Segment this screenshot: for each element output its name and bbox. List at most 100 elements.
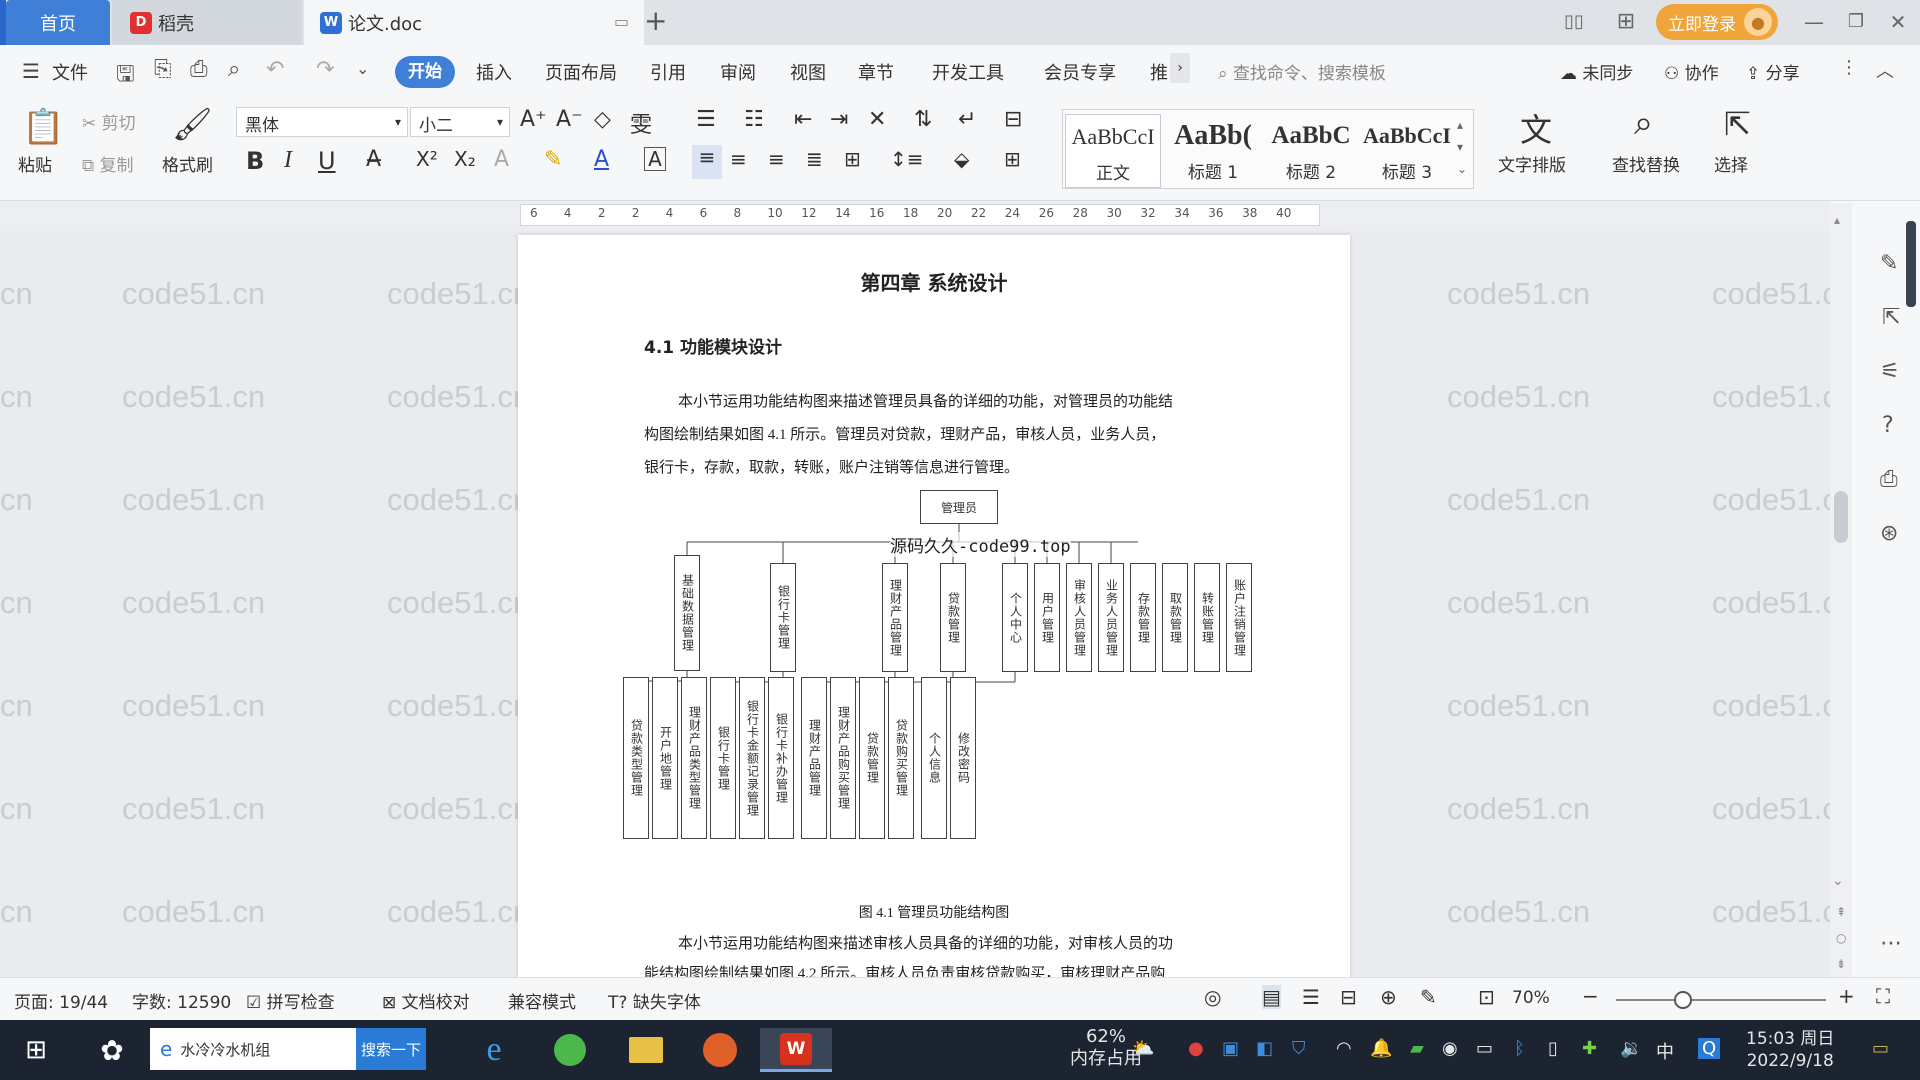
- tab-home[interactable]: 首页: [6, 0, 110, 45]
- shrink-font-icon[interactable]: A⁻: [556, 107, 583, 132]
- menu-recommend[interactable]: 推: [1150, 59, 1168, 85]
- shading-icon[interactable]: ⬙: [954, 147, 969, 171]
- text-layout-icon[interactable]: ⽂: [1520, 105, 1552, 151]
- paste-button[interactable]: 粘贴: [18, 151, 52, 176]
- increase-indent-icon[interactable]: ⇥: [830, 107, 848, 132]
- login-button[interactable]: 立即登录 ●: [1656, 4, 1778, 40]
- print-preview-icon[interactable]: ⌕: [228, 57, 240, 82]
- justify-icon[interactable]: ≣: [806, 147, 823, 171]
- zoom-slider-thumb[interactable]: [1674, 991, 1692, 1009]
- layout-icon[interactable]: ▯▯: [1560, 8, 1588, 36]
- style-heading1[interactable]: AaBb( 标题 1: [1165, 114, 1261, 188]
- menu-review[interactable]: 审阅: [720, 59, 756, 85]
- scrollbar-thumb[interactable]: [1834, 491, 1848, 543]
- assistant-icon[interactable]: ✿: [88, 1028, 136, 1072]
- scroll-up-icon[interactable]: ▴: [1834, 213, 1840, 227]
- align-right-icon[interactable]: ≡: [768, 147, 785, 171]
- pen-icon[interactable]: ✎: [1880, 251, 1898, 276]
- borders-icon[interactable]: ⊞: [1004, 147, 1021, 171]
- weather-icon[interactable]: ⛅: [1132, 1038, 1154, 1059]
- line-break-icon[interactable]: ↵: [958, 107, 976, 132]
- char-border-icon[interactable]: A: [644, 147, 666, 171]
- page-nav-icon[interactable]: ⇞ ○ ⇟: [1836, 899, 1846, 977]
- strikethrough-icon[interactable]: A̶: [366, 147, 381, 172]
- new-tab-button[interactable]: +: [644, 4, 667, 37]
- bold-icon[interactable]: B: [246, 147, 264, 175]
- file-explorer-icon[interactable]: [622, 1028, 670, 1072]
- font-color-icon[interactable]: A: [594, 147, 609, 172]
- menu-member[interactable]: 会员专享: [1044, 59, 1116, 85]
- bluetooth-icon[interactable]: ᛒ: [1514, 1038, 1525, 1059]
- menu-file[interactable]: 文件: [52, 59, 88, 85]
- command-search[interactable]: ⌕ 查找命令、搜索模板: [1218, 59, 1386, 84]
- tab-display-icon[interactable]: ▭: [614, 12, 629, 31]
- text-effect-icon[interactable]: A: [494, 147, 509, 172]
- collapse-ribbon-icon[interactable]: ︿: [1876, 57, 1894, 83]
- tab-daoke[interactable]: D 稻壳: [112, 0, 302, 45]
- paste-icon[interactable]: 📋: [22, 107, 64, 147]
- volume-icon[interactable]: 🔉: [1620, 1038, 1642, 1059]
- sync-status[interactable]: ☁ 未同步: [1560, 59, 1633, 84]
- redo-icon[interactable]: ↷: [316, 57, 334, 82]
- more-icon[interactable]: ⋯: [1880, 931, 1902, 956]
- taskbar-search-button[interactable]: 搜索一下: [356, 1028, 426, 1070]
- wifi-icon[interactable]: ◠: [1336, 1038, 1352, 1059]
- web-view-icon[interactable]: ⊕: [1380, 985, 1397, 1009]
- line-spacing-icon[interactable]: ↕≡: [890, 147, 924, 171]
- wps-taskbar-icon[interactable]: W: [760, 1028, 832, 1072]
- help-icon[interactable]: ?: [1882, 413, 1894, 438]
- grow-font-icon[interactable]: A⁺: [520, 107, 547, 132]
- zoom-slider-track[interactable]: [1616, 999, 1826, 1001]
- taskbar-search[interactable]: e 水冷冷水机组: [150, 1028, 356, 1070]
- zoom-in-icon[interactable]: +: [1838, 984, 1855, 1008]
- tab-stops-icon[interactable]: ⊟: [1004, 107, 1022, 132]
- clock[interactable]: 15:03 周日 2022/9/18: [1746, 1028, 1834, 1072]
- phonetic-guide-icon[interactable]: 雯: [630, 107, 652, 139]
- quick-access-dropdown-icon[interactable]: ⌄: [356, 59, 369, 78]
- export-icon[interactable]: ⎘: [154, 57, 172, 82]
- subscript-icon[interactable]: X₂: [454, 147, 476, 171]
- restore-icon[interactable]: ❐: [1842, 8, 1870, 36]
- notification-bell-icon[interactable]: 🔔: [1370, 1038, 1392, 1059]
- vertical-scrollbar[interactable]: ▴ ⌄ ⇞ ○ ⇟: [1830, 203, 1852, 977]
- format-painter-icon[interactable]: 🖌: [172, 105, 213, 143]
- underline-icon[interactable]: U: [318, 147, 336, 175]
- zoom-level[interactable]: 70%: [1512, 988, 1550, 1008]
- style-heading2[interactable]: AaBbC 标题 2: [1263, 114, 1359, 188]
- text-direction-icon[interactable]: ✕: [868, 107, 886, 132]
- show-desktop-icon[interactable]: ▭: [1872, 1038, 1889, 1059]
- superscript-icon[interactable]: X²: [416, 147, 438, 171]
- qq-icon[interactable]: ◉: [1442, 1038, 1458, 1059]
- scroll-down-icon[interactable]: ⌄: [1832, 873, 1844, 889]
- outline-view-icon[interactable]: ☰: [1302, 985, 1320, 1009]
- fullscreen-icon[interactable]: ⛶: [1876, 984, 1890, 1008]
- page-view-icon[interactable]: ▤: [1262, 985, 1281, 1009]
- italic-icon[interactable]: I: [284, 147, 292, 174]
- zoom-out-icon[interactable]: −: [1582, 984, 1599, 1008]
- menu-more-icon[interactable]: ›: [1170, 53, 1190, 83]
- shield-icon[interactable]: ⛉: [1292, 1038, 1306, 1059]
- copy-button[interactable]: ⧉ 复制: [82, 151, 134, 176]
- collab-button[interactable]: ⚇ 协作: [1664, 59, 1719, 84]
- fit-page-icon[interactable]: ⊡: [1478, 985, 1495, 1009]
- sort-icon[interactable]: ⇅: [914, 107, 932, 132]
- text-layout-button[interactable]: 文字排版: [1498, 151, 1566, 176]
- read-view-icon[interactable]: ⊟: [1340, 985, 1357, 1009]
- menu-dev-tools[interactable]: 开发工具: [932, 59, 1004, 85]
- browser-green-icon[interactable]: [546, 1028, 594, 1072]
- ie-browser-icon[interactable]: e: [470, 1028, 518, 1072]
- close-icon[interactable]: ✕: [1884, 8, 1912, 36]
- style-normal[interactable]: AaBbCcI 正文: [1065, 114, 1161, 188]
- menu-chapter[interactable]: 章节: [858, 59, 894, 85]
- ime-indicator[interactable]: 中: [1656, 1038, 1674, 1064]
- nvidia-icon[interactable]: ▰: [1410, 1038, 1424, 1059]
- styles-scroll-icon[interactable]: ▴ ▾ ⌄: [1457, 114, 1467, 180]
- format-painter-button[interactable]: 格式刷: [162, 151, 213, 176]
- font-family-select[interactable]: 黑体 ▾: [236, 107, 408, 137]
- doc-proof[interactable]: ⊠ 文档校对: [382, 988, 470, 1013]
- clear-format-icon[interactable]: ◇: [594, 107, 611, 132]
- style-heading3[interactable]: AaBbCcI 标题 3: [1359, 114, 1455, 188]
- adjust-icon[interactable]: ⚟: [1880, 359, 1900, 384]
- find-replace-icon[interactable]: ⌕: [1634, 103, 1653, 143]
- tray-app2-icon[interactable]: ▣: [1222, 1038, 1239, 1059]
